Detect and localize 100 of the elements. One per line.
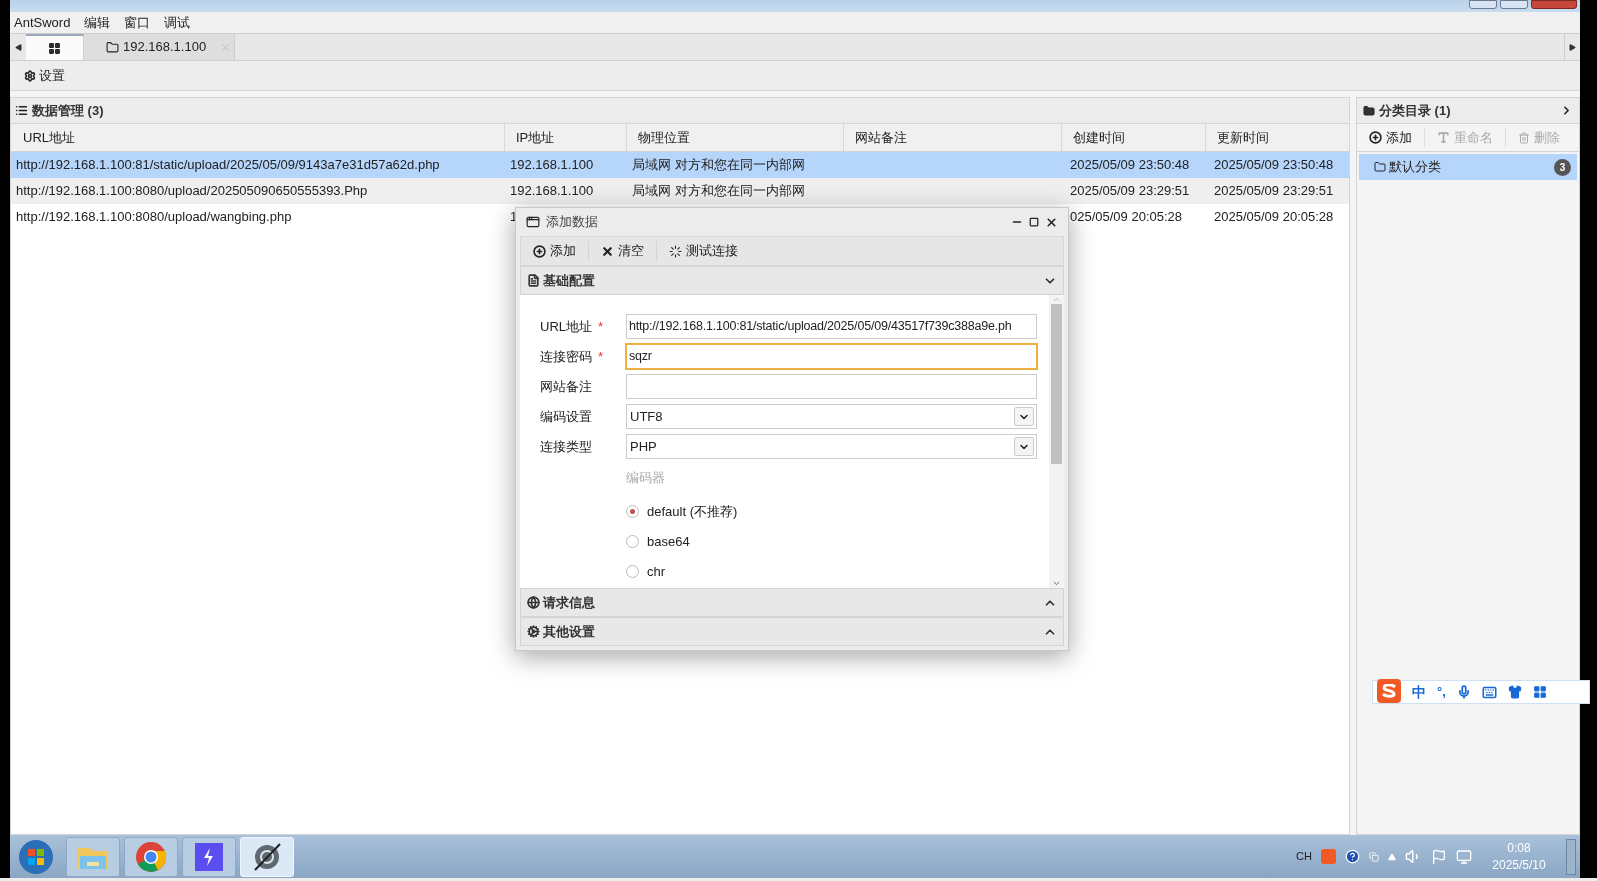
minimize-button[interactable] xyxy=(1469,0,1497,9)
test-button[interactable]: 测试连接 xyxy=(656,241,750,261)
radio-button[interactable] xyxy=(626,565,639,578)
category-item[interactable]: 默认分类 3 xyxy=(1359,154,1577,180)
menu-item[interactable]: 窗口 xyxy=(124,12,151,33)
menu-item[interactable]: 编辑 xyxy=(84,12,111,33)
table-cell-text: 025/05/09 20:05:28 xyxy=(1070,208,1183,227)
table-cell-text: 局域网 对方和您在同一内部网 xyxy=(632,156,805,175)
home-tab[interactable] xyxy=(26,34,84,60)
scrollbar[interactable] xyxy=(1049,295,1064,588)
bolt-icon xyxy=(195,842,223,871)
column-header[interactable]: 网站备注 xyxy=(844,124,1062,151)
panel-title: 数据管理 (3) xyxy=(32,101,104,120)
letter-icon xyxy=(1437,131,1450,144)
table-cell-text: 192.168.1.100 xyxy=(510,182,594,201)
globe-icon xyxy=(527,596,540,609)
table-cell-text: 2025/05/09 23:29:51 xyxy=(1070,182,1190,201)
table-cell-text: http://192.168.1.100:81/static/upload/2025/05/09/9143a7e31d57a62d.php xyxy=(16,156,440,175)
table-cell-text: 2025/05/09 20:05:28 xyxy=(1214,208,1334,227)
flag-icon[interactable] xyxy=(1431,848,1447,865)
radio-option[interactable]: chr xyxy=(626,562,1037,581)
grid-icon[interactable] xyxy=(1532,685,1547,699)
select-field[interactable]: UTF8 xyxy=(626,404,1037,429)
encoder-label: 编码器 xyxy=(626,469,666,487)
spinner-icon xyxy=(669,244,682,258)
table-row[interactable]: http://192.168.1.100:81/static/upload/2025/05/09/9143a7e31d57a62d.php 192.168.1.100 局域网 对方和您在同一内部网 2025/05/09 23:50:48 2025/05/09 23:50:48 xyxy=(11,152,1349,178)
panel-title: 分类目录 (1) xyxy=(1379,101,1452,120)
field-label: URL地址 xyxy=(540,317,592,336)
count-badge: 3 xyxy=(1554,158,1571,176)
field-label: 连接密码 xyxy=(540,347,592,366)
required-mark: * xyxy=(598,347,604,366)
add-button[interactable]: 添加 xyxy=(521,241,588,261)
add-button[interactable]: 添加 xyxy=(1357,127,1424,148)
field-label: 网站备注 xyxy=(540,377,592,396)
plus-circle-icon xyxy=(533,244,546,258)
settings-button[interactable]: 设置 xyxy=(24,65,65,86)
keyboard-icon[interactable] xyxy=(1481,684,1497,700)
microphone-icon[interactable] xyxy=(1456,685,1471,699)
dialog-title: 添加数据 xyxy=(546,213,599,232)
close-icon[interactable] xyxy=(1045,215,1058,229)
window-icon xyxy=(526,215,540,229)
input-field[interactable]: sqzr xyxy=(626,344,1037,369)
triangle-left-icon xyxy=(14,43,22,51)
document-icon xyxy=(527,274,540,287)
radio-option[interactable]: default (不推荐) xyxy=(626,502,1037,521)
required-mark: * xyxy=(598,317,604,336)
table-cell-text: 192.168.1.100 xyxy=(510,156,594,175)
input-field[interactable]: http://192.168.1.100:81/static/upload/2025/05/09/43517f739c388a9e.ph xyxy=(626,314,1037,339)
punctuation-button[interactable]: °, xyxy=(1437,682,1446,702)
field-label: 连接类型 xyxy=(540,437,592,456)
triangle-right-icon xyxy=(1569,43,1576,51)
restore-button[interactable] xyxy=(1500,0,1528,9)
clear-button[interactable]: 清空 xyxy=(588,241,656,261)
shirt-icon[interactable] xyxy=(1507,685,1522,699)
close-button[interactable] xyxy=(1531,0,1577,9)
language-indicator[interactable]: CH xyxy=(1296,848,1312,865)
radio-button[interactable] xyxy=(626,535,639,548)
settings-icon xyxy=(24,69,36,82)
section-header[interactable]: 基础配置 xyxy=(520,266,1064,295)
show-desktop-button[interactable] xyxy=(1566,838,1576,875)
sogou-logo-icon[interactable] xyxy=(1377,678,1401,703)
chrome-icon xyxy=(135,840,167,873)
scroll-down-icon xyxy=(1052,579,1061,588)
table-row[interactable]: http://192.168.1.100:8080/upload/202505090650555393.Php 192.168.1.100 局域网 对方和您在同一内部网 2025/05/09 23:29:51 2025/05/09 23:29:51 xyxy=(11,178,1349,204)
folder-icon xyxy=(1374,161,1386,173)
column-header[interactable]: 创建时间 xyxy=(1062,124,1206,151)
scroll-up-icon xyxy=(1052,295,1061,304)
select-field[interactable]: PHP xyxy=(626,434,1037,459)
column-header[interactable]: IP地址 xyxy=(505,124,627,151)
table-cell-text: 2025/05/09 23:50:48 xyxy=(1070,156,1190,175)
windows-orb-icon xyxy=(18,838,54,875)
maximize-icon[interactable] xyxy=(1029,217,1039,227)
network-icon[interactable] xyxy=(1456,848,1472,865)
folder-icon xyxy=(1363,104,1375,117)
tab[interactable]: 192.168.1.100 xyxy=(84,34,235,60)
menu-item[interactable]: 调试 xyxy=(164,12,191,33)
show-hidden-icons-icon[interactable] xyxy=(1388,852,1396,861)
table-cell-text: http://192.168.1.100:8080/upload/202505090650555393.Php xyxy=(16,182,368,201)
table-cell-text: http://192.168.1.100:8080/upload/wangbing.php xyxy=(16,208,292,227)
folder-icon xyxy=(106,40,119,54)
table-cell-text: 2025/05/09 23:29:51 xyxy=(1214,182,1334,201)
grid-icon xyxy=(48,41,61,55)
close-icon xyxy=(601,244,614,258)
table-cell-text: 2025/05/09 23:50:48 xyxy=(1214,156,1334,175)
close-icon xyxy=(220,41,232,53)
section-header[interactable]: 请求信息 xyxy=(520,588,1064,617)
column-header[interactable]: 物理位置 xyxy=(627,124,844,151)
list-icon xyxy=(15,104,28,117)
section-header[interactable]: 其他设置 xyxy=(520,617,1064,646)
radio-option[interactable]: base64 xyxy=(626,532,1037,551)
trash-icon xyxy=(1518,131,1530,144)
plus-circle-icon xyxy=(1369,131,1382,144)
field-label: 编码设置 xyxy=(540,407,592,426)
column-header[interactable]: 更新时间 xyxy=(1206,124,1350,151)
help-icon[interactable] xyxy=(1345,849,1360,864)
input-field[interactable] xyxy=(626,374,1037,399)
column-header[interactable]: URL地址 xyxy=(11,124,505,151)
menu-item[interactable]: AntSword xyxy=(14,12,71,33)
input-mode-button[interactable]: 中 xyxy=(1412,681,1426,703)
radio-button[interactable] xyxy=(626,505,639,518)
